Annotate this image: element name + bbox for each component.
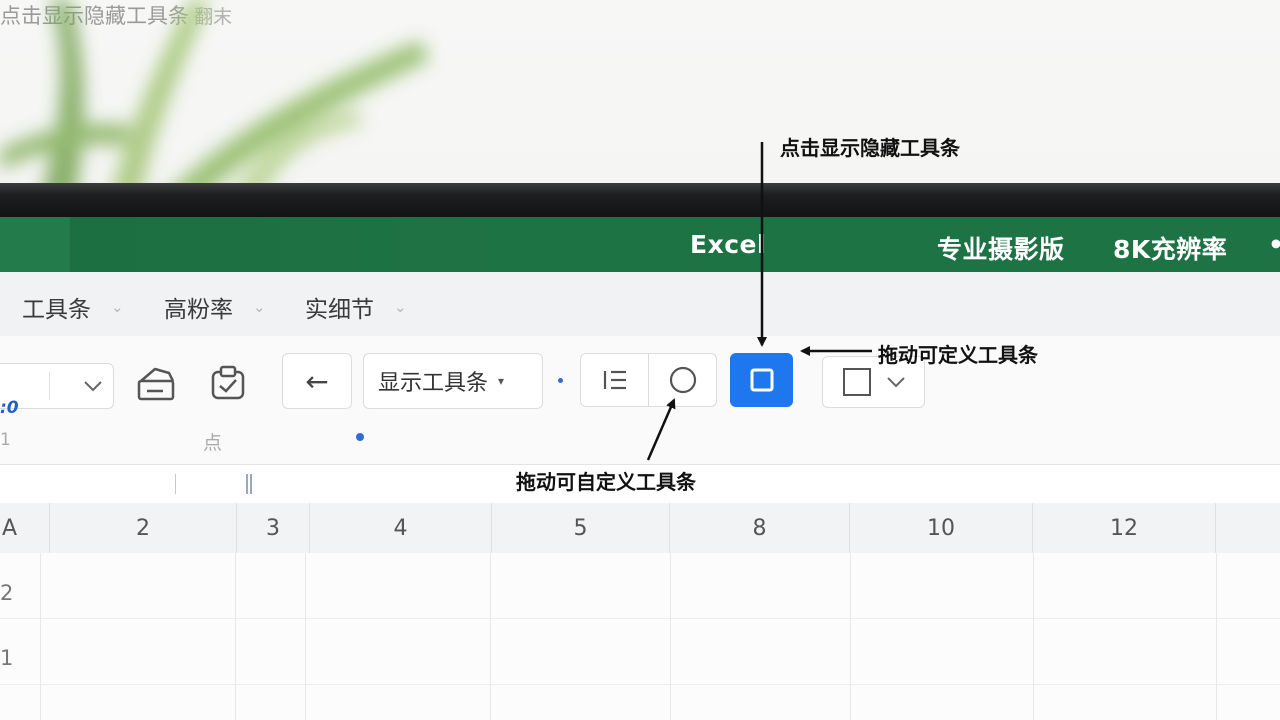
grid-line <box>670 553 671 720</box>
grid-line <box>305 553 306 720</box>
partial-value: :0 <box>0 398 19 418</box>
column-header[interactable]: 12 <box>1033 503 1216 553</box>
chevron-down-icon <box>886 377 905 388</box>
app-title: Excel <box>690 230 767 259</box>
column-header[interactable]: 8 <box>670 503 850 553</box>
square-icon <box>750 368 773 392</box>
chevron-down-icon: ⌄ <box>394 298 407 316</box>
clipboard-icon[interactable] <box>207 364 249 404</box>
group-label-1: 点 <box>203 432 223 454</box>
titlebar-tab[interactable] <box>0 217 70 272</box>
title-bar: Excel 专业摄影版 8K充辨率 • <box>0 217 1280 272</box>
grid-line <box>235 553 236 720</box>
grid-line <box>1216 553 1217 720</box>
partial-sub: 1 <box>0 430 11 450</box>
table-row[interactable] <box>0 619 1280 685</box>
table-row[interactable] <box>0 553 1280 619</box>
menu-resolution-label: 高粉率 <box>164 297 233 323</box>
title-tag-resolution: 8K充辨率 <box>1113 235 1228 264</box>
list-icon <box>603 370 626 390</box>
menu-detail[interactable]: 实细节 ⌄ <box>305 290 407 324</box>
row-number: 1 <box>0 646 14 670</box>
grid-line <box>850 553 851 720</box>
row-number: 2 <box>0 581 14 605</box>
caret-down-icon: ▾ <box>498 374 505 388</box>
menu-bar: 工具条 ⌄ 高粉率 ⌄ 实细节 ⌄ <box>0 272 1280 337</box>
column-header[interactable]: A <box>0 503 50 553</box>
column-header-row: A 2 3 4 5 8 10 12 <box>0 503 1280 554</box>
annotation-top: 点击显示隐藏工具条 <box>780 136 960 160</box>
menu-toolbar-label: 工具条 <box>22 297 91 323</box>
column-header[interactable]: 10 <box>850 503 1033 553</box>
shape-button-group <box>580 353 717 407</box>
square-outline-icon <box>842 368 871 396</box>
grid-line <box>40 553 41 720</box>
menu-toolbar[interactable]: 工具条 ⌄ <box>22 290 124 324</box>
show-toolbar-dropdown[interactable]: 显示工具条 ▾ <box>363 353 543 409</box>
background-plant <box>0 0 520 200</box>
monitor-bezel <box>0 183 1280 217</box>
annotation-right: 拖动可定义工具条 <box>878 343 1038 367</box>
arrow-left-icon: ← <box>305 364 329 398</box>
grid-line <box>1033 553 1034 720</box>
list-button[interactable] <box>581 353 649 407</box>
sheet-grid[interactable] <box>0 553 1280 720</box>
annotation-bottom: 拖动可自定义工具条 <box>516 470 696 494</box>
chevron-down-icon <box>84 381 102 392</box>
column-header[interactable]: 3 <box>237 503 310 553</box>
title-tag-cut: • <box>1268 230 1280 259</box>
divider <box>175 474 176 494</box>
show-toolbar-label: 显示工具条 <box>378 371 489 396</box>
print-icon[interactable] <box>135 365 179 403</box>
column-header[interactable]: 5 <box>492 503 670 553</box>
chevron-down-icon: ⌄ <box>111 298 124 316</box>
menu-detail-label: 实细节 <box>305 297 374 323</box>
back-button[interactable]: ← <box>282 353 352 409</box>
separator-dot <box>558 378 563 383</box>
chevron-down-icon: ⌄ <box>253 298 266 316</box>
menu-resolution[interactable]: 高粉率 ⌄ <box>164 290 266 324</box>
circle-button[interactable] <box>649 353 716 407</box>
column-header[interactable]: 4 <box>310 503 492 553</box>
hint-dot <box>356 433 364 441</box>
toggle-toolbar-button[interactable] <box>730 353 793 407</box>
circle-icon <box>669 366 696 394</box>
column-header[interactable]: 2 <box>50 503 237 553</box>
cursor-mark <box>246 474 252 494</box>
title-tag-photography: 专业摄影版 <box>937 235 1065 264</box>
grid-line <box>490 553 491 720</box>
